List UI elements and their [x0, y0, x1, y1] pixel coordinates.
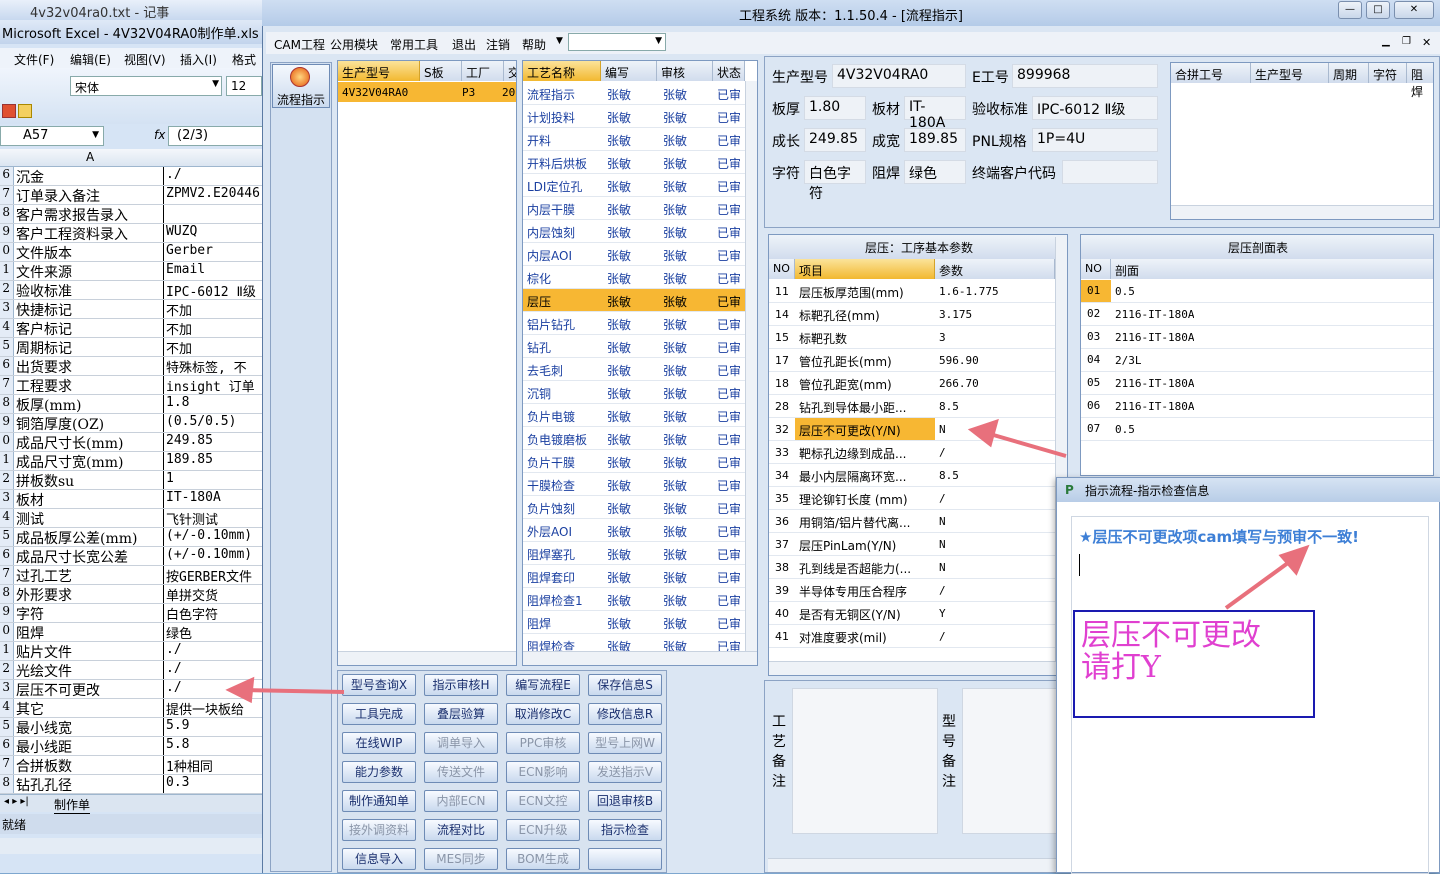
arrow-param	[989, 432, 1067, 458]
arrow-param-head	[967, 418, 999, 448]
annotation-arrows	[225, 418, 1310, 704]
arrow-dialog	[1224, 558, 1294, 610]
arrow-excel	[243, 688, 345, 694]
arrow-excel-head	[225, 676, 255, 704]
arrow-dialog-head	[1278, 544, 1310, 576]
